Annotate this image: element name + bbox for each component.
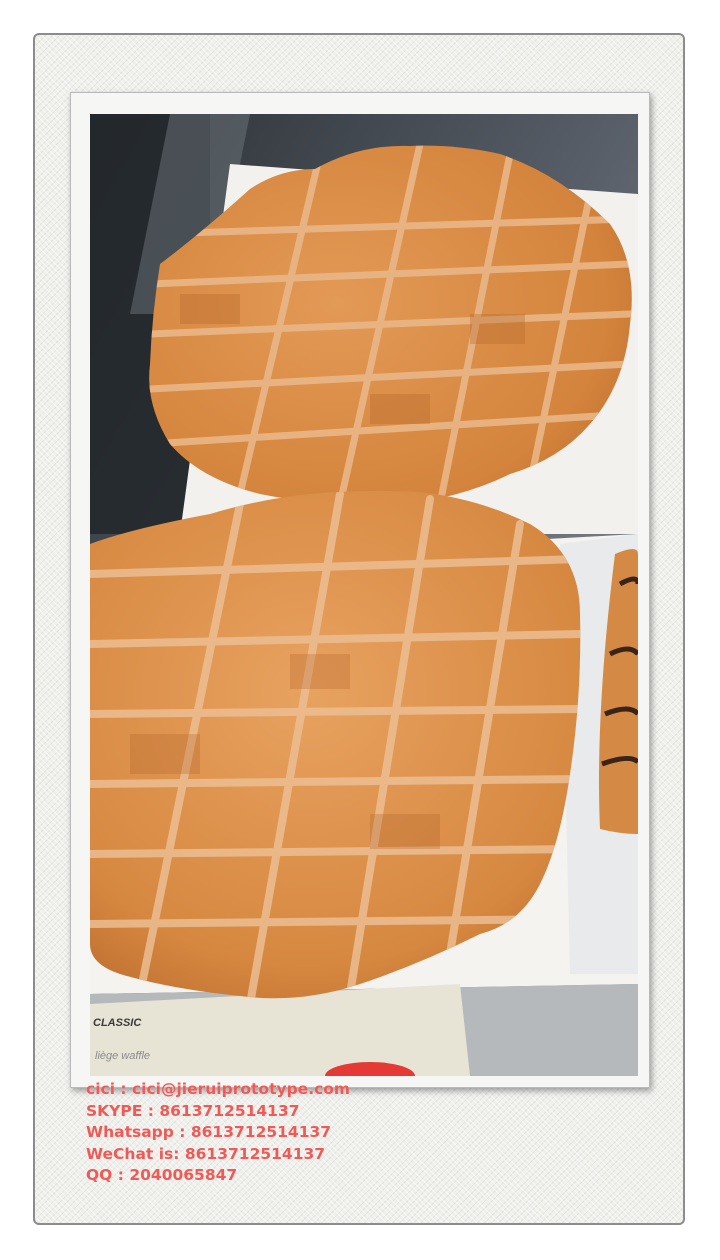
whatsapp-line: Whatsapp : 8613712514137 [86,1123,332,1141]
contact-caption: cici : cici@jieruiprototype.com SKYPE : … [86,1079,350,1187]
qq-line: QQ : 2040065847 [86,1166,238,1184]
skype-line: SKYPE : 8613712514137 [86,1101,300,1120]
box-label: CLASSIC [93,1017,142,1029]
email-line: cici : cici@jieruiprototype.com [86,1080,351,1098]
waffle-photo: CLASSIC liège waffle [90,114,638,1076]
wechat-line: WeChat is: 8613712514137 [86,1144,326,1163]
box-sublabel: liège waffle [95,1050,150,1062]
